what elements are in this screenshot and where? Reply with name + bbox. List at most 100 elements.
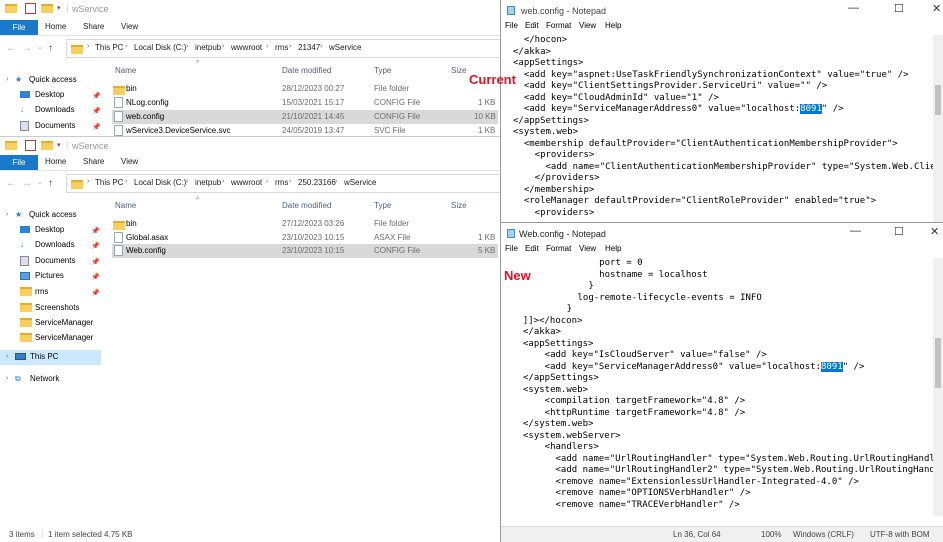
forward-icon[interactable]: →: [22, 43, 32, 54]
forward-icon[interactable]: →: [22, 178, 32, 189]
breadcrumb-this-pc[interactable]: This PC: [95, 178, 123, 187]
menu-edit[interactable]: Edit: [525, 244, 539, 253]
nav-downloads[interactable]: Downloads: [35, 238, 75, 252]
menu-edit[interactable]: Edit: [525, 21, 539, 30]
breadcrumb-inetpub[interactable]: inetpub: [195, 43, 221, 52]
maximize-button[interactable]: ☐: [894, 2, 904, 15]
pin-icon[interactable]: 📌: [92, 107, 101, 115]
tab-view[interactable]: View: [121, 22, 138, 31]
close-button[interactable]: ✕: [932, 2, 941, 15]
minimize-button[interactable]: —: [848, 2, 859, 14]
pin-icon[interactable]: 📌: [92, 92, 101, 100]
breadcrumb-wservice[interactable]: wService: [344, 178, 376, 187]
expand-icon[interactable]: ›: [6, 208, 8, 222]
breadcrumb-rms[interactable]: rms: [275, 43, 288, 52]
address-bar[interactable]: › This PC › Local Disk (C:) › inetpub › …: [66, 174, 500, 193]
editor-area[interactable]: port = 0 hostname = localhost } log-remo…: [501, 258, 933, 516]
new-folder-icon[interactable]: [41, 140, 53, 151]
expand-icon[interactable]: ›: [6, 73, 8, 87]
nav-quick-access[interactable]: Quick access: [29, 208, 77, 222]
vertical-scrollbar[interactable]: [933, 35, 943, 222]
nav-quick-access[interactable]: Quick access: [29, 73, 77, 87]
properties-icon[interactable]: [25, 140, 36, 151]
menu-format[interactable]: Format: [546, 244, 571, 253]
scrollbar-thumb[interactable]: [935, 338, 941, 388]
nav-servicemanager-2[interactable]: ServiceManager: [35, 331, 93, 345]
scrollbar-thumb[interactable]: [935, 85, 941, 115]
pin-icon[interactable]: 📌: [92, 123, 101, 131]
file-row[interactable]: NLog.config 15/03/2021 15:17 CONFIG File…: [112, 96, 498, 110]
column-header-name[interactable]: Name: [115, 201, 136, 210]
column-header-name[interactable]: Name: [115, 66, 136, 75]
breadcrumb-rms[interactable]: rms: [275, 178, 288, 187]
menu-help[interactable]: Help: [605, 21, 621, 30]
pin-icon[interactable]: 📌: [91, 242, 100, 250]
breadcrumb-this-pc[interactable]: This PC: [95, 43, 123, 52]
pin-icon[interactable]: 📌: [91, 289, 100, 297]
tab-home[interactable]: Home: [45, 157, 66, 166]
nav-this-pc-row[interactable]: › This PC: [0, 350, 101, 365]
tab-share[interactable]: Share: [83, 157, 104, 166]
nav-rms[interactable]: rms: [35, 285, 48, 299]
nav-documents[interactable]: Documents: [35, 254, 75, 268]
pin-icon[interactable]: 📌: [91, 227, 100, 235]
column-header-date[interactable]: Date modified: [282, 66, 331, 75]
properties-icon[interactable]: [25, 3, 36, 14]
breadcrumb-local-disk[interactable]: Local Disk (C:): [134, 43, 186, 52]
column-header-type[interactable]: Type: [374, 201, 391, 210]
menu-file[interactable]: File: [505, 244, 518, 253]
tab-view[interactable]: View: [121, 157, 138, 166]
minimize-button[interactable]: —: [850, 225, 861, 237]
nav-documents[interactable]: Documents: [35, 119, 75, 133]
menu-help[interactable]: Help: [605, 244, 621, 253]
nav-servicemanager[interactable]: ServiceManager: [35, 316, 93, 330]
vertical-scrollbar[interactable]: [933, 258, 943, 516]
recent-dropdown-icon[interactable]: ⌄: [37, 178, 43, 186]
column-header-date[interactable]: Date modified: [282, 201, 331, 210]
breadcrumb-version[interactable]: 21347: [298, 43, 320, 52]
column-header-type[interactable]: Type: [374, 66, 391, 75]
back-icon[interactable]: ←: [6, 178, 16, 189]
new-folder-icon[interactable]: [41, 3, 53, 14]
up-icon[interactable]: ↑: [48, 43, 53, 54]
file-row-selected[interactable]: web.config 21/10/2021 14:45 CONFIG File …: [112, 110, 498, 124]
nav-downloads[interactable]: Downloads: [35, 103, 75, 117]
breadcrumb-inetpub[interactable]: inetpub: [195, 178, 221, 187]
breadcrumb-wservice[interactable]: wService: [329, 43, 361, 52]
nav-desktop[interactable]: Desktop: [35, 88, 64, 102]
nav-pictures[interactable]: Pictures: [35, 269, 64, 283]
breadcrumb-local-disk[interactable]: Local Disk (C:): [134, 178, 186, 187]
breadcrumb-wwwroot[interactable]: wwwroot: [231, 43, 262, 52]
tab-share[interactable]: Share: [83, 22, 104, 31]
menu-file[interactable]: File: [505, 21, 518, 30]
column-header-size[interactable]: Size: [451, 66, 467, 75]
expand-icon[interactable]: ›: [6, 372, 8, 386]
pin-icon[interactable]: 📌: [91, 258, 100, 266]
menu-view[interactable]: View: [579, 244, 596, 253]
breadcrumb-wwwroot[interactable]: wwwroot: [231, 178, 262, 187]
column-header-size[interactable]: Size: [451, 201, 467, 210]
pin-icon[interactable]: 📌: [91, 273, 100, 281]
editor-area[interactable]: </hocon> </akka> <appSettings> <add key=…: [501, 35, 933, 222]
file-row[interactable]: Global.asax 23/10/2023 10:15 ASAX File 1…: [112, 231, 498, 245]
expand-icon[interactable]: ›: [6, 350, 8, 364]
tab-file[interactable]: File: [0, 20, 38, 35]
file-row-selected[interactable]: Web.config 23/10/2023 10:15 CONFIG File …: [112, 244, 498, 258]
address-bar[interactable]: › This PC › Local Disk (C:) › inetpub › …: [66, 39, 500, 58]
menu-view[interactable]: View: [579, 21, 596, 30]
maximize-button[interactable]: ☐: [894, 225, 904, 238]
nav-screenshots[interactable]: Screenshots: [35, 301, 79, 315]
menu-format[interactable]: Format: [546, 21, 571, 30]
close-button[interactable]: ✕: [930, 225, 939, 238]
qat-dropdown-icon[interactable]: ▾: [57, 4, 61, 12]
tab-file[interactable]: File: [0, 155, 38, 170]
file-row[interactable]: wService3.DeviceService.svc 24/05/2019 1…: [112, 124, 498, 136]
file-row[interactable]: bin 27/12/2023 03:26 File folder: [112, 217, 498, 231]
back-icon[interactable]: ←: [6, 43, 16, 54]
up-icon[interactable]: ↑: [48, 178, 53, 189]
file-row[interactable]: bin 28/12/2023 00:27 File folder: [112, 82, 498, 96]
breadcrumb-version[interactable]: 250.23166: [298, 178, 336, 187]
tab-home[interactable]: Home: [45, 22, 66, 31]
recent-dropdown-icon[interactable]: ⌄: [37, 43, 43, 51]
nav-desktop[interactable]: Desktop: [35, 223, 64, 237]
